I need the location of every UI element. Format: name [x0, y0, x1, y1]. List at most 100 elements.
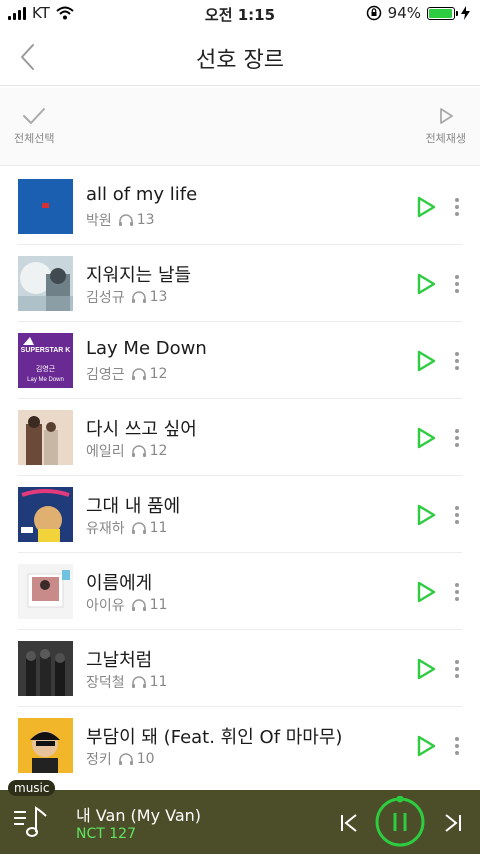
more-options-icon[interactable] — [450, 657, 464, 681]
play-all-button[interactable]: 전체재생 — [426, 106, 466, 146]
album-cover — [18, 718, 73, 773]
headphones-icon — [118, 214, 133, 226]
play-button[interactable] — [414, 580, 438, 604]
play-count-value: 10 — [136, 751, 155, 767]
playlist-menu-icon[interactable] — [12, 804, 52, 840]
cover-song: Lay Me Down — [27, 377, 64, 383]
check-icon — [23, 108, 46, 124]
status-right: 94% — [366, 4, 470, 22]
song-meta: 정키 10 — [86, 749, 155, 769]
select-all-button[interactable]: 전체선택 — [14, 106, 54, 146]
headphones-icon — [131, 445, 146, 457]
song-title: Lay Me Down — [86, 338, 207, 359]
album-cover — [18, 256, 73, 311]
song-title: 이름에게 — [86, 573, 153, 594]
song-row[interactable]: 이름에게 아이유 11 — [0, 553, 480, 630]
headphones-icon — [131, 599, 146, 611]
headphones-icon — [131, 368, 146, 380]
play-count: 11 — [131, 597, 168, 613]
album-cover — [18, 487, 73, 542]
more-options-icon[interactable] — [450, 503, 464, 527]
next-track-icon[interactable] — [442, 812, 464, 834]
song-row[interactable]: 그날처럼 장덕철 11 — [0, 630, 480, 707]
song-artist: 아이유 — [86, 598, 125, 614]
more-options-icon[interactable] — [450, 426, 464, 450]
rotation-lock-icon — [366, 5, 381, 21]
song-row[interactable]: 지워지는 날들 김성규 13 — [0, 245, 480, 322]
song-artist: 박원 — [86, 213, 112, 229]
play-count-value: 13 — [149, 289, 168, 305]
song-meta: 아이유 11 — [86, 595, 167, 615]
album-cover: SUPERSTAR K 김영근 Lay Me Down — [18, 333, 73, 388]
header: 선호 장르 — [0, 28, 480, 86]
song-artist: 유재하 — [86, 521, 125, 537]
play-button[interactable] — [414, 426, 438, 450]
play-count: 13 — [131, 289, 168, 305]
song-title: 다시 쓰고 싶어 — [86, 419, 197, 440]
battery-fill — [429, 8, 452, 18]
song-artist: 장덕철 — [86, 675, 125, 691]
cover-badge: SUPERSTAR K — [21, 347, 71, 354]
play-button[interactable] — [414, 503, 438, 527]
more-options-icon[interactable] — [450, 349, 464, 373]
mini-player[interactable]: music 내 Van (My Van) NCT 127 — [0, 780, 480, 854]
play-button[interactable] — [414, 195, 438, 219]
song-meta: 김성규 13 — [86, 287, 167, 307]
album-cover — [18, 641, 73, 696]
song-row[interactable]: 그대 내 품에 유재하 11 — [0, 476, 480, 553]
more-options-icon[interactable] — [450, 580, 464, 604]
play-button[interactable] — [414, 734, 438, 758]
headphones-icon — [118, 753, 133, 765]
song-meta: 에일리 12 — [86, 441, 167, 461]
song-title: all of my life — [86, 184, 198, 205]
play-count-value: 11 — [149, 520, 168, 536]
play-count: 12 — [131, 366, 168, 382]
song-row[interactable]: 부담이 돼 (Feat. 휘인 Of 마마무) 정키 10 — [0, 707, 480, 784]
play-count-value: 11 — [149, 597, 168, 613]
more-options-icon[interactable] — [450, 272, 464, 296]
song-artist: 정키 — [86, 752, 112, 768]
headphones-icon — [131, 291, 146, 303]
play-count-value: 11 — [149, 674, 168, 690]
play-count: 10 — [118, 751, 155, 767]
song-title: 그대 내 품에 — [86, 496, 181, 517]
toolbar: 전체선택 전체재생 — [0, 88, 480, 166]
song-row[interactable]: SUPERSTAR K 김영근 Lay Me Down Lay Me Down … — [0, 322, 480, 399]
album-cover — [18, 179, 73, 234]
play-count: 11 — [131, 520, 168, 536]
cover-name: 김영근 — [36, 364, 56, 373]
song-artist: 김영근 — [86, 367, 125, 383]
play-outline-icon — [439, 108, 453, 124]
more-options-icon[interactable] — [450, 734, 464, 758]
song-row[interactable]: all of my life 박원 13 — [0, 168, 480, 245]
song-meta: 유재하 11 — [86, 518, 167, 538]
play-button[interactable] — [414, 657, 438, 681]
play-button[interactable] — [414, 272, 438, 296]
page-title: 선호 장르 — [196, 48, 284, 73]
play-count-value: 12 — [149, 366, 168, 382]
battery-percent: 94% — [387, 4, 421, 22]
song-meta: 장덕철 11 — [86, 672, 167, 692]
pause-button[interactable] — [374, 796, 426, 848]
song-artist: 에일리 — [86, 444, 125, 460]
music-tag: music — [8, 780, 56, 796]
battery-icon — [427, 6, 458, 20]
song-row[interactable]: 다시 쓰고 싶어 에일리 12 — [0, 399, 480, 476]
song-artist: 김성규 — [86, 290, 125, 306]
song-meta: 박원 13 — [86, 210, 155, 230]
song-title: 지워지는 날들 — [86, 265, 192, 286]
song-title: 부담이 돼 (Feat. 휘인 Of 마마무) — [86, 727, 343, 748]
headphones-icon — [131, 522, 146, 534]
song-meta: 김영근 12 — [86, 364, 167, 384]
play-count: 12 — [131, 443, 168, 459]
play-count-value: 12 — [149, 443, 168, 459]
play-count: 13 — [118, 212, 155, 228]
play-count-value: 13 — [136, 212, 155, 228]
previous-track-icon[interactable] — [338, 812, 360, 834]
now-playing-title: 내 Van (My Van) — [76, 806, 202, 825]
more-options-icon[interactable] — [450, 195, 464, 219]
song-list: all of my life 박원 13 지워지는 날들 김성규 13 SUPE… — [0, 168, 480, 784]
album-cover — [18, 410, 73, 465]
play-button[interactable] — [414, 349, 438, 373]
album-cover — [18, 564, 73, 619]
